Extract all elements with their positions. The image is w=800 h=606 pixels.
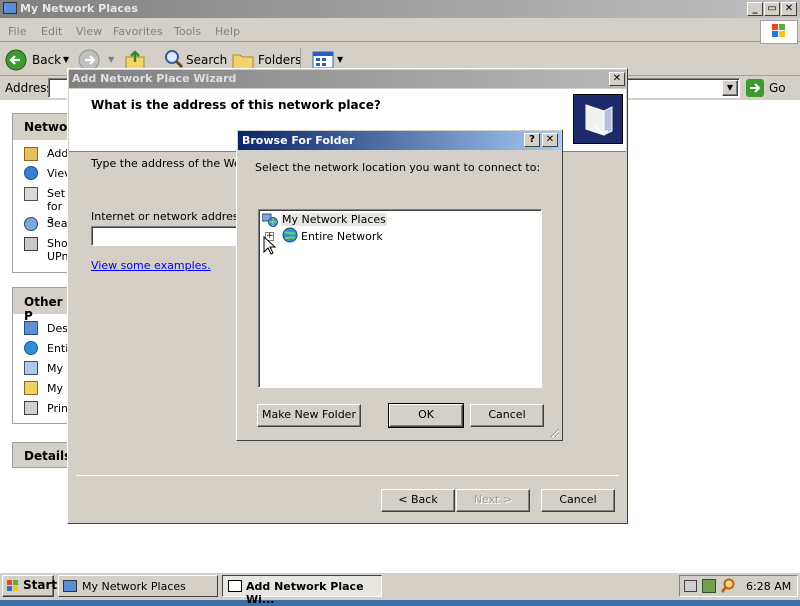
wizard-title: Add Network Place Wizard: [72, 72, 237, 85]
task-link-search[interactable]: Sea: [47, 217, 68, 230]
task-label: My Network Places: [82, 580, 186, 593]
other-places-title: Other P: [24, 295, 63, 323]
other-places-panel: Other P Des Enti My ( My I Prin: [12, 287, 72, 424]
entire-network-globe-icon: [282, 227, 298, 243]
upnp-devices-icon: [24, 237, 38, 251]
wizard-separator: [76, 475, 619, 476]
start-button[interactable]: Start: [2, 575, 58, 597]
views-icon[interactable]: [312, 50, 334, 70]
network-tasks-title: Networ: [24, 120, 74, 134]
start-label: Start: [23, 578, 58, 592]
task-link-set[interactable]: Set: [47, 187, 65, 200]
folder-tree[interactable]: My Network Places + Entire Network: [258, 209, 542, 388]
taskbar: Start My Network Places Add Network Plac…: [0, 572, 800, 606]
wizard-heading: What is the address of this network plac…: [91, 98, 381, 112]
network-status-icon[interactable]: [702, 579, 716, 593]
clock[interactable]: 6:28 AM: [746, 580, 791, 593]
explorer-title-bar[interactable]: My Network Places _ ▭ ✕: [0, 0, 800, 18]
back-dropdown-icon[interactable]: ▼: [63, 55, 69, 64]
views-dropdown-icon[interactable]: ▼: [337, 55, 343, 64]
printers-icon: [24, 401, 38, 415]
network-tasks-panel: Networ Add Viev Set for a Sea Sho UPn: [12, 113, 74, 273]
details-panel: Details: [12, 442, 72, 468]
view-connections-icon: [24, 166, 38, 180]
menu-file[interactable]: File: [8, 25, 26, 38]
task-label: Add Network Place Wi...: [246, 580, 364, 606]
make-new-folder-button[interactable]: Make New Folder: [257, 404, 361, 427]
wizard-window-icon: [228, 580, 242, 592]
resize-grip-icon[interactable]: [548, 426, 560, 438]
browse-cancel-button[interactable]: Cancel: [470, 404, 544, 427]
system-tray: 6:28 AM: [679, 575, 798, 597]
network-address-input[interactable]: [91, 226, 241, 246]
search-icon[interactable]: [164, 49, 184, 69]
entire-network-icon: [24, 341, 38, 355]
setup-network-icon: [24, 187, 38, 201]
mouse-pointer-icon: [263, 236, 277, 255]
menu-favorites[interactable]: Favorites: [113, 25, 163, 38]
go-arrow-icon[interactable]: [746, 79, 764, 97]
back-arrow-icon[interactable]: [5, 49, 27, 71]
add-place-icon: [24, 147, 38, 161]
wizard-cancel-button[interactable]: Cancel: [541, 489, 615, 512]
menu-edit[interactable]: Edit: [41, 25, 62, 38]
close-button[interactable]: ✕: [781, 2, 797, 16]
tree-item-entire-network[interactable]: Entire Network: [301, 230, 383, 243]
details-title: Details: [24, 449, 72, 463]
maximize-button[interactable]: ▭: [764, 2, 780, 16]
menu-bar: File Edit View Favorites Tools Help: [0, 20, 800, 42]
wizard-next-button[interactable]: Next >: [456, 489, 530, 512]
task-link-add[interactable]: Add: [47, 147, 68, 160]
place-link-printers[interactable]: Prin: [47, 402, 68, 415]
browse-close-button[interactable]: ✕: [542, 133, 558, 147]
other-places-header[interactable]: Other P: [13, 288, 71, 323]
browse-instruction: Select the network location you want to …: [255, 161, 541, 174]
wizard-back-button[interactable]: < Back: [381, 489, 455, 512]
browse-title-bar[interactable]: Browse For Folder ? ✕: [238, 131, 561, 150]
wizard-title-bar[interactable]: Add Network Place Wizard ✕: [69, 70, 626, 88]
search-tray-icon[interactable]: [720, 578, 736, 594]
browse-for-folder-dialog: Browse For Folder ? ✕ Select the network…: [236, 129, 563, 441]
windows-flag-icon: [760, 20, 798, 44]
minimize-button[interactable]: _: [747, 2, 763, 16]
task-my-network-places[interactable]: My Network Places: [58, 575, 218, 597]
go-button-label[interactable]: Go: [769, 81, 786, 95]
windows-start-icon: [7, 580, 18, 591]
network-places-icon: [63, 580, 77, 592]
address-field-label: Internet or network address:: [91, 210, 249, 223]
help-button[interactable]: ?: [524, 133, 540, 147]
network-tasks-header[interactable]: Networ: [13, 114, 74, 140]
menu-view[interactable]: View: [76, 25, 102, 38]
search-network-icon: [24, 217, 38, 231]
forward-dropdown-icon[interactable]: ▼: [108, 55, 114, 64]
keyboard-icon[interactable]: [684, 580, 697, 592]
address-dropdown-button[interactable]: ▼: [722, 80, 738, 96]
network-places-icon: [261, 213, 278, 227]
wizard-intro-text: Type the address of the Web s: [91, 157, 257, 170]
explorer-title: My Network Places: [20, 2, 138, 15]
address-label: Address: [5, 81, 53, 95]
network-places-icon: [3, 2, 17, 14]
task-link-show-line2[interactable]: UPn: [47, 250, 68, 263]
network-folder-icon: [573, 94, 623, 144]
place-link-entire-network[interactable]: Enti: [47, 342, 68, 355]
folders-button-label[interactable]: Folders: [258, 53, 301, 67]
menu-tools[interactable]: Tools: [174, 25, 201, 38]
search-button-label[interactable]: Search: [186, 53, 227, 67]
task-link-show[interactable]: Sho: [47, 237, 68, 250]
my-documents-icon: [24, 381, 38, 395]
folders-icon[interactable]: [232, 50, 254, 70]
desktop-icon: [24, 321, 38, 335]
back-button-label[interactable]: Back: [32, 53, 61, 67]
task-add-network-place-wizard[interactable]: Add Network Place Wi...: [222, 575, 382, 606]
tree-root-my-network-places[interactable]: My Network Places: [281, 213, 387, 226]
browse-ok-button[interactable]: OK: [388, 403, 464, 428]
place-link-desktop[interactable]: Des: [47, 322, 68, 335]
menu-help[interactable]: Help: [215, 25, 240, 38]
wizard-close-button[interactable]: ✕: [609, 72, 625, 86]
browse-title: Browse For Folder: [242, 134, 355, 147]
details-header[interactable]: Details: [13, 443, 71, 467]
view-examples-link[interactable]: View some examples.: [91, 259, 211, 272]
my-computer-icon: [24, 361, 38, 375]
